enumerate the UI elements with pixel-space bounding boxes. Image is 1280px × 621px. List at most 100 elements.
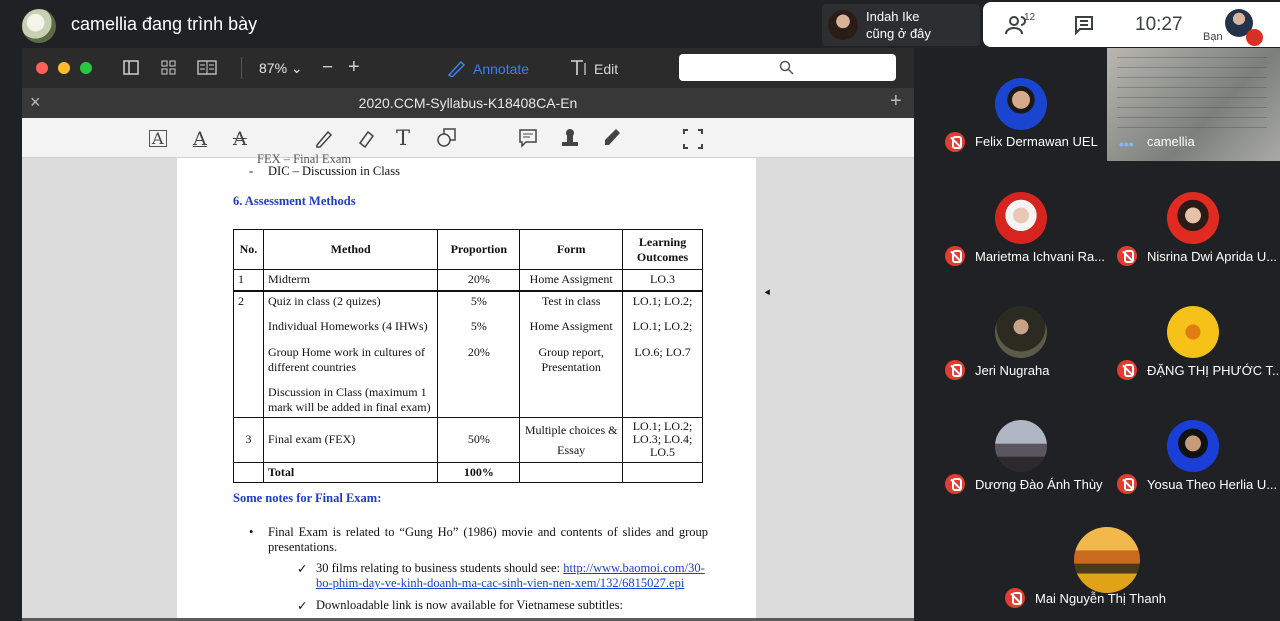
- pdf-page: FEX – Final Exam - DIC – Discussion in C…: [177, 152, 756, 618]
- text-tool-icon[interactable]: T: [396, 126, 410, 150]
- crop-tool-icon[interactable]: [682, 128, 704, 150]
- signature-stamp-icon[interactable]: [560, 127, 580, 149]
- mic-off-icon: [1117, 474, 1137, 494]
- mic-off-icon: [945, 474, 965, 494]
- new-tab-icon[interactable]: +: [890, 90, 902, 113]
- reader-view-icon[interactable]: [197, 60, 217, 75]
- cell-outcomes: LO.1; LO.2;: [622, 290, 703, 317]
- participant-avatar: [1167, 192, 1219, 244]
- join-notice: Indah Ike cũng ở đây: [822, 4, 980, 46]
- check-item-text: Downloadable link is now available for V…: [316, 598, 623, 612]
- participant-tile[interactable]: ĐẶNG THỊ PHƯỚC T...: [1107, 275, 1280, 389]
- cell-proportion: 5%: [437, 290, 521, 317]
- bullet-text: Final Exam is related to “Gung Ho” (1986…: [268, 525, 708, 554]
- table-row: Individual Homeworks (4 IHWs) 5% Home As…: [233, 316, 703, 343]
- cell-no: 2: [233, 290, 264, 317]
- cell-form: Home Assigment: [519, 269, 624, 291]
- edit-button[interactable]: Edit: [594, 61, 618, 77]
- participant-tile[interactable]: ••• camellia: [1107, 48, 1280, 161]
- bullet-dot: •: [249, 525, 254, 539]
- cell-no: 1: [233, 269, 264, 291]
- note-tool-icon[interactable]: [518, 128, 538, 148]
- cell-outcomes: LO.6; LO.7: [622, 342, 703, 383]
- chat-icon[interactable]: [1073, 14, 1095, 36]
- table-row: Group Home work in cultures of different…: [233, 342, 703, 383]
- annotate-button[interactable]: Annotate: [473, 61, 529, 77]
- participant-tile[interactable]: Mai Nguyễn Thị Thanh: [995, 503, 1219, 621]
- highlighter-tool-icon[interactable]: [601, 127, 623, 149]
- notice-avatar: [828, 10, 858, 40]
- pen-annotate-icon[interactable]: [446, 59, 466, 77]
- mic-off-icon: [1117, 246, 1137, 266]
- presenter-avatar: [22, 9, 56, 43]
- participant-avatar: [995, 306, 1047, 358]
- grid-view-icon[interactable]: [161, 60, 176, 75]
- checkmark-icon: ✓: [297, 599, 308, 613]
- participant-tile[interactable]: Jeri Nugraha: [935, 275, 1107, 389]
- col-header-method: Method: [262, 229, 439, 270]
- viewer-toolbar: 87% ⌄ − + Annotate Edit: [22, 48, 914, 88]
- cell-outcomes: LO.1; LO.2;: [622, 316, 703, 343]
- cell-method: Midterm: [262, 269, 439, 291]
- assessment-table: No. Method Proportion Form Learning Outc…: [233, 229, 703, 483]
- col-header-proportion: Proportion: [437, 229, 521, 270]
- participant-avatar: [1167, 306, 1219, 358]
- zoom-in-button[interactable]: +: [348, 56, 360, 79]
- eraser-tool-icon[interactable]: [355, 128, 375, 148]
- participant-tile[interactable]: Dương Đào Ánh Thùy: [935, 389, 1107, 503]
- text-box-tool-icon[interactable]: A: [149, 130, 167, 147]
- mic-off-icon: [945, 360, 965, 380]
- cell-method: Quiz in class (2 quizes): [262, 290, 439, 317]
- minimize-window-button[interactable]: [58, 62, 70, 74]
- cell-form: Multiple choices & Essay: [519, 416, 624, 463]
- shapes-tool-icon[interactable]: [436, 127, 458, 149]
- table-row: 2 Quiz in class (2 quizes) 5% Test in cl…: [233, 290, 703, 317]
- cell-method: Total: [262, 461, 439, 483]
- cell-proportion: 5%: [437, 316, 521, 343]
- participant-tile[interactable]: Yosua Theo Herlia U...: [1107, 389, 1280, 503]
- cell-form: [519, 461, 624, 483]
- cell-proportion: 20%: [437, 269, 521, 291]
- participant-tile[interactable]: Marietma Ichvani Ra...: [935, 161, 1107, 275]
- participant-tile[interactable]: Nisrina Dwi Aprida U...: [1107, 161, 1280, 275]
- notes-heading: Some notes for Final Exam:: [233, 491, 382, 505]
- participant-name: Marietma Ichvani Ra...: [975, 249, 1106, 264]
- sketch-tool-icon[interactable]: [314, 128, 334, 148]
- participant-name: ĐẶNG THỊ PHƯỚC T...: [1147, 363, 1280, 378]
- markup-toolbar: A A A T: [22, 118, 914, 158]
- meeting-controls: 12 10:27 Bạn: [983, 2, 1280, 47]
- zoom-window-button[interactable]: [80, 62, 92, 74]
- text-edit-icon[interactable]: [569, 59, 587, 77]
- cell-proportion: [437, 382, 521, 418]
- participant-name: Jeri Nugraha: [975, 363, 1050, 378]
- close-window-button[interactable]: [36, 62, 48, 74]
- checkmark-icon: ✓: [297, 562, 308, 576]
- cell-no: [233, 316, 264, 343]
- participant-tile[interactable]: Felix Dermawan UEL: [935, 48, 1107, 161]
- underline-tool-icon[interactable]: A: [193, 128, 207, 150]
- zoom-select[interactable]: 87% ⌄: [259, 60, 303, 77]
- strikethrough-tool-icon[interactable]: A: [233, 128, 247, 150]
- check-item: 30 films relating to business students s…: [316, 561, 708, 591]
- sidebar-icon[interactable]: [123, 60, 139, 75]
- self-label: Bạn: [1203, 31, 1223, 43]
- mic-off-icon: [945, 246, 965, 266]
- mouse-cursor: [764, 289, 773, 297]
- people-count: 12: [1024, 12, 1036, 23]
- table-row: Total 100%: [233, 461, 703, 483]
- cell-proportion: 100%: [437, 461, 521, 483]
- cell-no: [233, 461, 264, 483]
- cell-no: [233, 342, 264, 383]
- zoom-out-button[interactable]: −: [322, 57, 333, 79]
- col-header-no: No.: [233, 229, 264, 270]
- dic-line: DIC – Discussion in Class: [268, 164, 400, 178]
- cell-form: Group report, Presentation: [519, 342, 624, 383]
- participant-avatar: [995, 420, 1047, 472]
- cell-outcomes: LO.1; LO.2; LO.3; LO.4; LO.5: [622, 416, 703, 463]
- table-row: 1 Midterm 20% Home Assigment LO.3: [233, 269, 703, 291]
- search-input[interactable]: [679, 54, 896, 81]
- table-row: Discussion in Class (maximum 1 mark will…: [233, 382, 703, 418]
- cell-outcomes: [622, 382, 703, 418]
- document-tab-bar: × 2020.CCM-Syllabus-K18408CA-En +: [22, 88, 914, 118]
- participant-name: Yosua Theo Herlia U...: [1147, 477, 1278, 492]
